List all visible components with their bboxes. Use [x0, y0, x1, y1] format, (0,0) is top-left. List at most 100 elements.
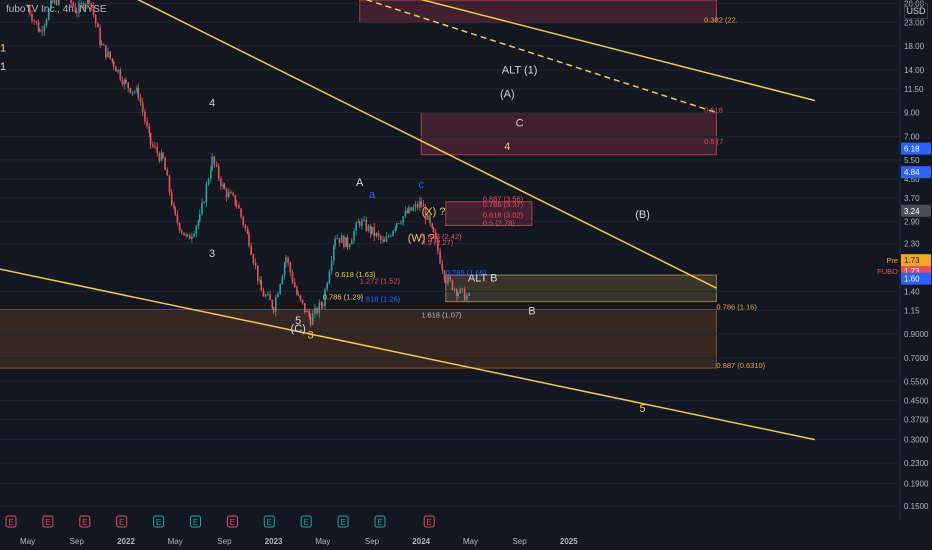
candle-body — [451, 280, 454, 290]
candle-body — [392, 230, 394, 236]
candle-body — [88, 0, 90, 3]
candle-body — [99, 27, 101, 45]
candle-body — [400, 222, 402, 224]
candle-body — [213, 156, 216, 165]
x-tick-label: Sep — [217, 537, 232, 546]
candle-body — [371, 226, 373, 234]
y-tick-label: 18.00 — [904, 42, 925, 51]
wave-label: 1 — [0, 42, 6, 54]
earnings-label: E — [340, 518, 345, 527]
y-tick-label: 1.40 — [904, 287, 920, 296]
candle-body — [158, 153, 161, 161]
fib-label: 0.5 (2.27) — [421, 238, 454, 247]
candle-body — [281, 275, 284, 285]
candle-body — [235, 204, 238, 206]
price-tag-value: 6.18 — [904, 145, 920, 154]
candle-body — [105, 45, 107, 58]
candle-body — [272, 307, 275, 312]
x-tick-label: 2023 — [265, 537, 283, 546]
candle-body — [176, 214, 179, 223]
y-tick-label: 0.1500 — [904, 502, 929, 511]
candle-body — [412, 207, 415, 211]
candle-body — [330, 260, 333, 272]
candle-body — [457, 293, 459, 297]
y-tick-label: 3.70 — [904, 194, 920, 203]
candle-body — [203, 202, 205, 204]
candle-body — [420, 201, 422, 205]
price-tag-value: 1.73 — [904, 256, 920, 265]
candle-body — [377, 233, 380, 236]
candle-body — [188, 235, 191, 240]
chart-area[interactable]: 1 1 4 3 5 (C) 3 A ALT (1) (A) C 4 (B) ALT B B 5 (X) ? (W)… — [0, 0, 932, 550]
candle-body — [262, 290, 265, 297]
candle-body — [117, 69, 119, 72]
grid — [0, 2, 898, 507]
y-tick-label: 0.7000 — [904, 354, 929, 363]
candle-body — [211, 156, 213, 171]
candle-body — [119, 69, 122, 80]
candle-body — [416, 204, 419, 208]
wave-label: 4 — [504, 141, 510, 153]
candle-body — [283, 263, 286, 276]
candle-body — [380, 235, 382, 240]
wave-label: ALT (1) — [502, 65, 538, 77]
earnings-label: E — [427, 518, 432, 527]
candle-body — [162, 152, 164, 158]
candle-body — [112, 61, 115, 67]
candle-body — [264, 295, 267, 297]
candle-body — [333, 245, 335, 261]
candle-body — [387, 236, 390, 237]
candle-body — [43, 25, 46, 32]
candle-body — [334, 238, 336, 246]
candle-body — [314, 307, 316, 314]
candle-body — [205, 184, 208, 203]
candle-body — [225, 189, 228, 198]
candle-body — [269, 294, 271, 300]
y-tick-label: 0.3700 — [904, 415, 929, 424]
candle-body — [193, 233, 195, 237]
candle-body — [33, 20, 35, 22]
earnings-label: E — [230, 518, 235, 527]
candle-body — [346, 237, 349, 247]
x-tick-label: May — [315, 537, 330, 546]
candle-body — [148, 126, 151, 133]
candle-body — [289, 262, 292, 273]
candle-body — [240, 208, 242, 217]
wave-label: 3 — [307, 329, 313, 341]
candle-body — [466, 295, 468, 301]
candle-body — [351, 240, 353, 245]
y-tick-label: 11.50 — [904, 85, 924, 94]
candle-body — [111, 58, 114, 62]
currency-button[interactable]: USD — [904, 3, 928, 19]
wave-label: a — [369, 189, 376, 201]
wave-label: 1 — [0, 61, 6, 73]
candle-body — [287, 257, 289, 263]
candles — [26, 0, 470, 327]
price-tag-value: 1.60 — [904, 275, 920, 284]
candle-body — [102, 44, 105, 46]
candle-body — [297, 294, 299, 296]
candle-body — [316, 307, 318, 314]
candle-body — [100, 44, 103, 45]
candle-body — [168, 175, 171, 193]
candle-body — [395, 223, 398, 228]
candle-body — [408, 207, 410, 213]
price-chart[interactable]: 11435(C)3AALT (1)(A)C4(B)ALT BB5(X) ?(W)… — [0, 0, 932, 550]
candle-body — [328, 271, 331, 284]
x-tick-label: 2025 — [560, 537, 578, 546]
candle-body — [121, 79, 124, 85]
fib-label: 0.786 (1.66) — [446, 268, 487, 277]
candle-body — [311, 313, 314, 325]
candle-body — [291, 272, 294, 283]
earnings-label: E — [193, 518, 198, 527]
candle-body — [260, 280, 263, 291]
fib-label: 1.618 (1.26) — [360, 295, 401, 304]
candle-body — [152, 144, 154, 147]
wave-label: 5 — [640, 403, 646, 415]
candle-body — [228, 192, 230, 198]
candle-body — [217, 165, 220, 179]
fib-label: 0.5 (2.78) — [483, 218, 516, 227]
candle-body — [234, 195, 237, 205]
candle-body — [318, 302, 321, 314]
candle-body — [70, 0, 72, 3]
